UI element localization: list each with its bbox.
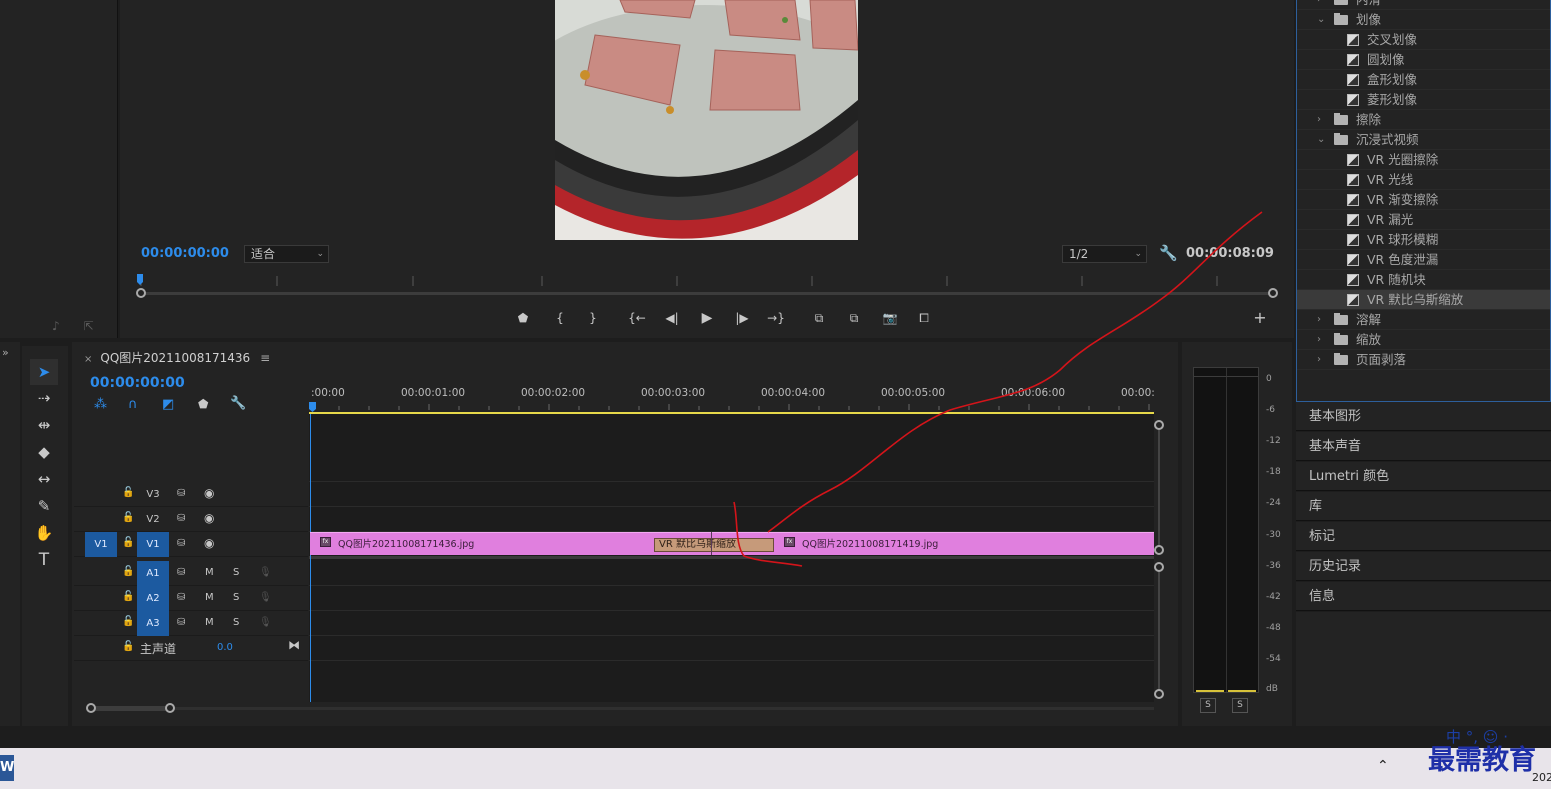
red-annotation: [733, 211, 1263, 567]
premiere-window: ♪ ⇱ 00:00:00:00 适合 ⌄ 1/2 ⌄ 🔧 00:00:08:09…: [0, 0, 1551, 789]
